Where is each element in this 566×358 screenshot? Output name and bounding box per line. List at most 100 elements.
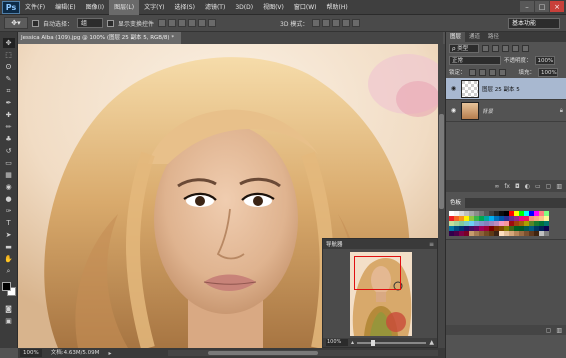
- blend-mode-dropdown[interactable]: 正常: [449, 55, 501, 65]
- blur-tool-icon[interactable]: ◉: [3, 182, 15, 192]
- menu-item[interactable]: 视图(V): [258, 0, 289, 15]
- link-layers-icon[interactable]: ∞: [494, 183, 499, 190]
- dodge-tool-icon[interactable]: ●: [3, 194, 15, 204]
- zoom-in-icon[interactable]: ▲: [429, 339, 434, 346]
- align-middle-icon[interactable]: [168, 19, 177, 27]
- horizontal-scroll-thumb[interactable]: [208, 351, 318, 355]
- lock-all-icon[interactable]: [498, 68, 506, 76]
- scale-3d-icon[interactable]: [352, 19, 361, 27]
- show-transform-checkbox[interactable]: [107, 19, 115, 27]
- navigator-zoom-field[interactable]: 100%: [326, 339, 348, 346]
- type-tool-icon[interactable]: T: [3, 218, 15, 228]
- history-brush-tool-icon[interactable]: ↺: [3, 146, 15, 156]
- screen-mode-icon[interactable]: ▣: [3, 316, 15, 326]
- layer-style-icon[interactable]: fx: [504, 183, 510, 190]
- lock-position-icon[interactable]: [488, 68, 496, 76]
- align-center-icon[interactable]: [198, 19, 207, 27]
- filter-pixel-icon[interactable]: [482, 44, 489, 52]
- tab-paths[interactable]: 路径: [484, 32, 503, 42]
- menu-item[interactable]: 文字(Y): [139, 0, 169, 15]
- navigator-slider-knob[interactable]: [371, 339, 376, 346]
- align-top-icon[interactable]: [158, 19, 167, 27]
- menu-item[interactable]: 窗口(W): [289, 0, 322, 15]
- menu-item[interactable]: 滤镜(T): [200, 0, 230, 15]
- crop-tool-icon[interactable]: ⌗: [3, 86, 15, 96]
- vertical-scrollbar[interactable]: [438, 44, 445, 348]
- eye-icon[interactable]: ◉: [449, 85, 458, 92]
- menu-item[interactable]: 编辑(E): [50, 0, 80, 15]
- filter-adjustment-icon[interactable]: [492, 44, 499, 52]
- path-select-tool-icon[interactable]: ➤: [3, 230, 15, 240]
- pen-tool-icon[interactable]: ✑: [3, 206, 15, 216]
- eye-icon[interactable]: ◉: [449, 107, 458, 114]
- auto-select-checkbox[interactable]: [32, 19, 39, 27]
- filter-smart-object-icon[interactable]: [522, 44, 529, 52]
- vertical-scroll-thumb[interactable]: [439, 114, 444, 209]
- layer-row[interactable]: ◉ 背景 🔒︎: [446, 100, 566, 122]
- clone-stamp-tool-icon[interactable]: ♣: [3, 134, 15, 144]
- navigator-view-box[interactable]: [354, 256, 401, 290]
- align-left-icon[interactable]: [188, 19, 197, 27]
- opacity-field[interactable]: 100%: [534, 55, 555, 65]
- filter-shape-icon[interactable]: [512, 44, 519, 52]
- filter-type-icon[interactable]: [502, 44, 509, 52]
- menu-item[interactable]: 帮助(H): [322, 0, 353, 15]
- color-swatch[interactable]: [544, 231, 549, 236]
- brush-tool-icon[interactable]: ✏: [3, 122, 15, 132]
- align-right-icon[interactable]: [208, 19, 217, 27]
- drag-3d-icon[interactable]: [332, 19, 341, 27]
- add-mask-icon[interactable]: ◘: [515, 183, 520, 190]
- eraser-tool-icon[interactable]: ▭: [3, 158, 15, 168]
- new-swatch-icon[interactable]: ▢: [546, 327, 552, 334]
- menu-item[interactable]: 选择(S): [169, 0, 200, 15]
- menu-item[interactable]: 图像(I): [81, 0, 109, 15]
- close-icon[interactable]: ×: [550, 1, 564, 12]
- move-tool-preset-icon[interactable]: ✥▾: [4, 17, 28, 29]
- new-group-icon[interactable]: ▭: [535, 183, 541, 190]
- layer-kind-filter[interactable]: ρ 类型: [449, 43, 479, 53]
- status-menu-icon[interactable]: ▸: [108, 350, 111, 357]
- navigator-title[interactable]: 导航器: [326, 240, 343, 248]
- gradient-tool-icon[interactable]: ▦: [3, 170, 15, 180]
- quick-select-tool-icon[interactable]: ✎: [3, 74, 15, 84]
- lock-transparent-icon[interactable]: [468, 68, 476, 76]
- new-layer-icon[interactable]: ▢: [546, 183, 552, 190]
- minimize-icon[interactable]: –: [520, 1, 534, 12]
- eyedropper-tool-icon[interactable]: ✒: [3, 98, 15, 108]
- maximize-icon[interactable]: □: [535, 1, 549, 12]
- rotate-3d-icon[interactable]: [312, 19, 321, 27]
- menu-item[interactable]: 3D(D): [230, 0, 258, 15]
- menu-item[interactable]: 文件(F): [20, 0, 50, 15]
- trash-icon[interactable]: ▥: [556, 183, 562, 190]
- menu-item[interactable]: 图层(L): [109, 0, 140, 15]
- align-bottom-icon[interactable]: [178, 19, 187, 27]
- navigator-zoom-slider[interactable]: [357, 339, 427, 346]
- auto-select-dropdown[interactable]: 组: [77, 18, 104, 28]
- foreground-color[interactable]: [1, 282, 11, 291]
- panel-menu-icon[interactable]: ≡: [429, 241, 434, 248]
- workspace-dropdown[interactable]: 基本功能: [508, 18, 560, 29]
- hand-tool-icon[interactable]: ✋: [3, 254, 15, 264]
- marquee-tool-icon[interactable]: ⬚: [3, 50, 15, 60]
- move-tool-icon[interactable]: ✥: [2, 38, 15, 48]
- layer-row[interactable]: ◉ 图层 25 副本 5: [446, 78, 566, 100]
- adjustment-layer-icon[interactable]: ◐: [525, 183, 530, 190]
- roll-3d-icon[interactable]: [322, 19, 331, 27]
- quick-mask-icon[interactable]: ◙: [3, 304, 15, 314]
- document-tab[interactable]: Jessica Alba (109).jpg @ 100% (图层 25 副本 …: [18, 32, 181, 44]
- zoom-level[interactable]: 100%: [20, 349, 42, 357]
- zoom-out-icon[interactable]: ▴: [351, 339, 354, 346]
- tab-swatches[interactable]: 色板: [446, 198, 466, 208]
- tab-layers[interactable]: 图层: [446, 32, 466, 42]
- shape-tool-icon[interactable]: ▬: [3, 242, 15, 252]
- lasso-tool-icon[interactable]: ʘ: [3, 62, 15, 72]
- slide-3d-icon[interactable]: [342, 19, 351, 27]
- tab-channels[interactable]: 通道: [465, 32, 484, 42]
- horizontal-scrollbar[interactable]: [168, 350, 438, 356]
- lock-pixels-icon[interactable]: [478, 68, 486, 76]
- navigator-preview[interactable]: [350, 252, 412, 336]
- healing-brush-tool-icon[interactable]: ✚: [3, 110, 15, 120]
- zoom-tool-icon[interactable]: ⌕: [3, 266, 15, 276]
- fill-field[interactable]: 100%: [538, 67, 559, 77]
- trash-icon[interactable]: ▥: [556, 327, 562, 334]
